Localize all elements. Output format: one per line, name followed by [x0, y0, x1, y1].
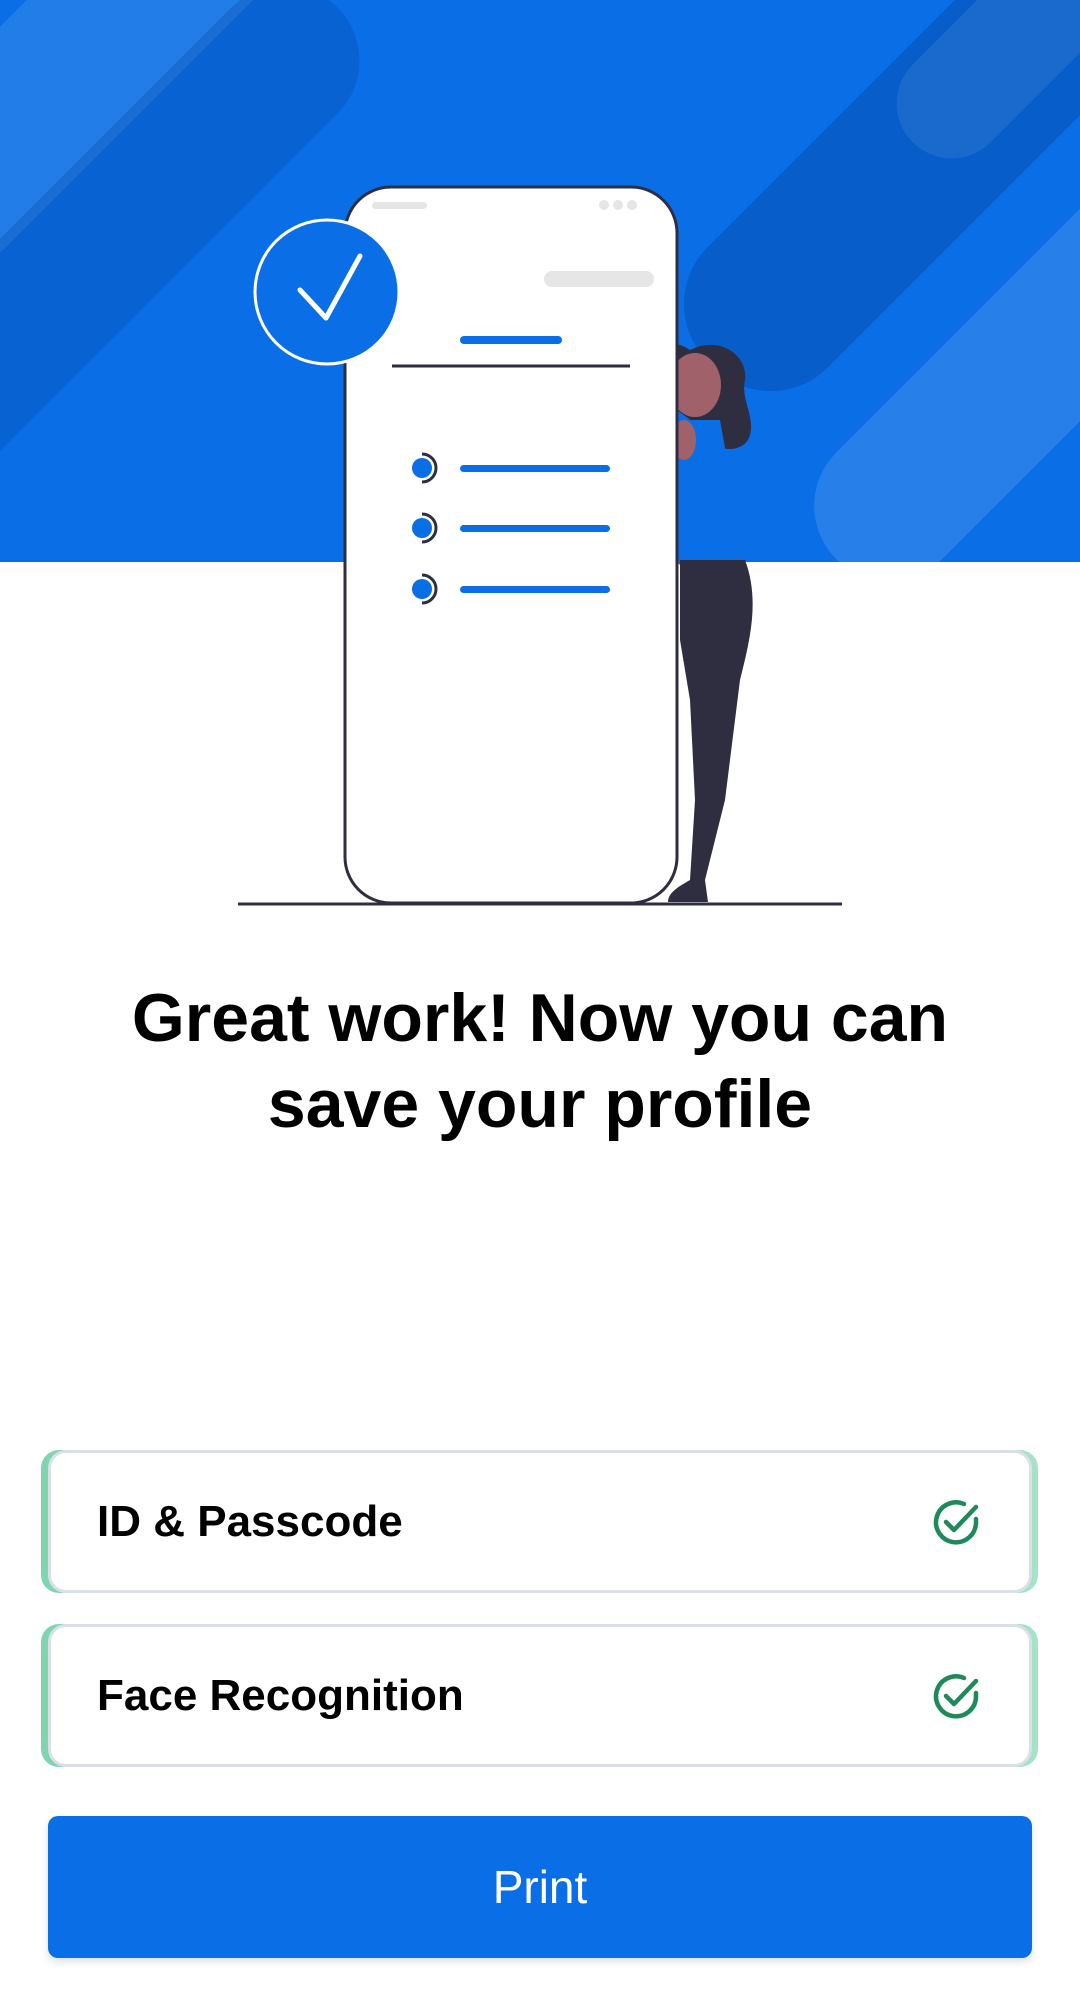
verification-item-id-passcode: ID & Passcode	[48, 1450, 1032, 1593]
hero-illustration	[238, 185, 842, 906]
success-screen: Great work! Now you can save your profil…	[0, 0, 1080, 2000]
check-circle-icon	[933, 1500, 979, 1545]
check-circle-icon	[933, 1674, 979, 1719]
checkmark-badge-icon	[253, 218, 401, 366]
verification-item-label: Face Recognition	[97, 1671, 464, 1720]
print-button[interactable]: Print	[48, 1816, 1032, 1958]
page-title: Great work! Now you can save your profil…	[131, 980, 949, 1142]
verification-item-label: ID & Passcode	[97, 1497, 403, 1546]
verification-item-face-recognition: Face Recognition	[48, 1624, 1032, 1767]
